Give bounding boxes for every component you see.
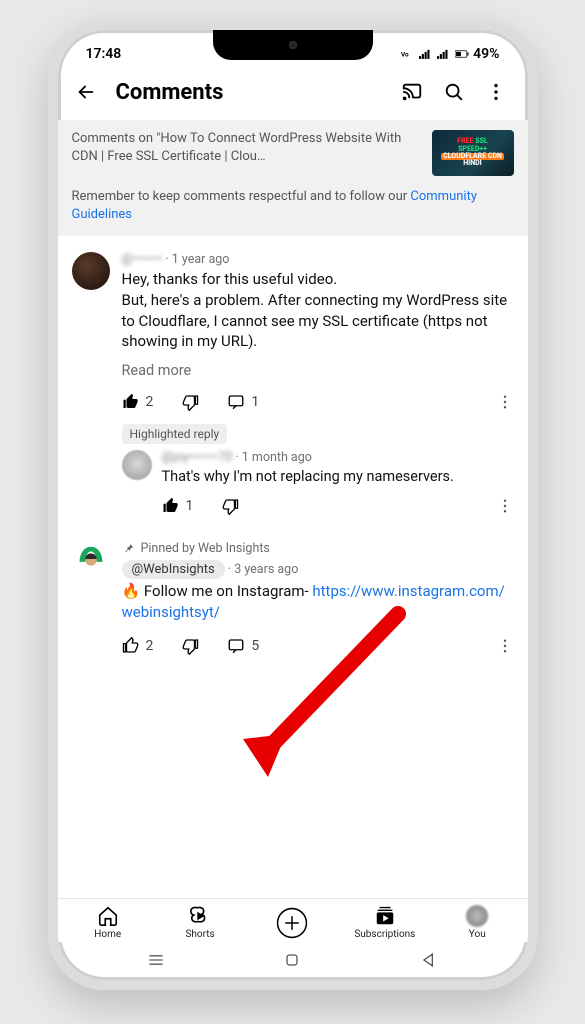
read-more-button[interactable]: Read more — [122, 362, 514, 379]
reply-count: 5 — [251, 638, 259, 654]
reply-item: @joy•••••••70 · 1 month ago That's why I… — [122, 450, 514, 515]
reply-author[interactable]: @joy•••••••70 — [162, 450, 233, 465]
comments-scroll[interactable]: @••••••• · 1 year ago Hey, thanks for th… — [58, 236, 528, 898]
svg-text:Vo: Vo — [401, 50, 409, 58]
signal-bars2-icon — [437, 47, 451, 61]
comment-more-button[interactable] — [496, 393, 514, 411]
comment-item: @••••••• · 1 year ago Hey, thanks for th… — [58, 236, 528, 417]
reply-text: That's why I'm not replacing my nameserv… — [162, 467, 514, 487]
nav-label: Shorts — [185, 929, 214, 940]
nav-subscriptions[interactable]: Subscriptions — [339, 905, 431, 940]
video-thumbnail[interactable]: FREE SSL SPEED++ CLOUDFLARE CDN HINDI — [432, 130, 514, 176]
reply-more-button[interactable] — [496, 497, 514, 515]
dislike-button[interactable] — [181, 637, 199, 655]
more-button[interactable] — [478, 74, 514, 110]
comment-actions: 2 5 — [122, 637, 514, 655]
highlighted-reply-badge: Highlighted reply — [122, 424, 228, 444]
cast-button[interactable] — [394, 74, 430, 110]
system-nav — [58, 942, 528, 980]
context-banner: Comments on "How To Connect WordPress We… — [58, 120, 528, 236]
like-count: 2 — [146, 394, 154, 410]
subscriptions-icon — [374, 905, 396, 927]
phone-frame: 17:48 Vo 49% Comments Comments on "How T… — [48, 20, 538, 990]
comment-author[interactable]: @••••••• — [122, 252, 163, 267]
page-title: Comments — [116, 80, 388, 105]
replies-button[interactable]: 5 — [227, 637, 259, 655]
like-count: 2 — [146, 638, 154, 654]
nav-label: You — [469, 929, 486, 940]
nav-home[interactable]: Home — [62, 905, 154, 940]
sysnav-recent[interactable] — [126, 950, 186, 970]
status-battery: 49% — [473, 46, 499, 62]
comment-more-button[interactable] — [496, 637, 514, 655]
reply-count: 1 — [251, 394, 259, 410]
banner-context-text: Comments on "How To Connect WordPress We… — [72, 130, 422, 176]
back-button[interactable] — [68, 74, 104, 110]
battery-icon — [455, 47, 469, 61]
comment-age: 3 years ago — [234, 562, 298, 577]
app-bar: Comments — [58, 64, 528, 120]
comment-meta: @WebInsights · 3 years ago — [122, 560, 514, 579]
home-icon — [97, 905, 119, 927]
shorts-icon — [189, 905, 211, 927]
phone-notch — [213, 30, 373, 60]
reply-actions: 1 — [162, 497, 514, 515]
signal-extra-icon: Vo — [401, 47, 415, 61]
comment-text-prefix: 🔥 Follow me on Instagram- — [122, 582, 313, 600]
dislike-button[interactable] — [181, 393, 199, 411]
like-button[interactable]: 1 — [162, 497, 194, 515]
avatar[interactable] — [72, 252, 110, 290]
bottom-nav: Home Shorts Subscriptions You — [58, 898, 528, 942]
search-button[interactable] — [436, 74, 472, 110]
avatar[interactable] — [122, 450, 152, 480]
comment-item: Pinned by Web Insights @WebInsights · 3 … — [58, 519, 528, 660]
reply-meta: @joy•••••••70 · 1 month ago — [162, 450, 514, 465]
comment-actions: 2 1 — [122, 393, 514, 411]
replies-button[interactable]: 1 — [227, 393, 259, 411]
comment-age: 1 year ago — [172, 252, 230, 267]
signal-bars-icon — [419, 47, 433, 61]
pinned-by-label: Pinned by Web Insights — [141, 541, 270, 556]
reply-block: Highlighted reply @joy•••••••70 · 1 mont… — [122, 417, 528, 519]
nav-label: Subscriptions — [354, 929, 415, 940]
nav-create[interactable] — [246, 906, 338, 940]
pin-icon — [122, 542, 135, 555]
guidelines-prefix: Remember to keep comments respectful and… — [72, 189, 411, 204]
nav-label: Home — [94, 929, 121, 940]
pinned-row: Pinned by Web Insights — [122, 541, 514, 556]
nav-shorts[interactable]: Shorts — [154, 905, 246, 940]
sysnav-back[interactable] — [399, 950, 459, 970]
plus-circle-icon — [275, 906, 309, 940]
reply-age: 1 month ago — [242, 450, 312, 465]
status-time: 17:48 — [86, 46, 122, 62]
like-button[interactable]: 2 — [122, 637, 154, 655]
avatar[interactable] — [72, 541, 110, 579]
like-count: 1 — [186, 498, 194, 514]
comment-text: Hey, thanks for this useful video. But, … — [122, 269, 514, 352]
nav-you[interactable]: You — [431, 905, 523, 940]
you-avatar-icon — [466, 905, 488, 927]
dislike-button[interactable] — [221, 497, 239, 515]
author-chip[interactable]: @WebInsights — [122, 560, 225, 579]
sysnav-home[interactable] — [262, 950, 322, 970]
comment-text: 🔥 Follow me on Instagram- https://www.in… — [122, 581, 514, 622]
comment-meta: @••••••• · 1 year ago — [122, 252, 514, 267]
like-button[interactable]: 2 — [122, 393, 154, 411]
